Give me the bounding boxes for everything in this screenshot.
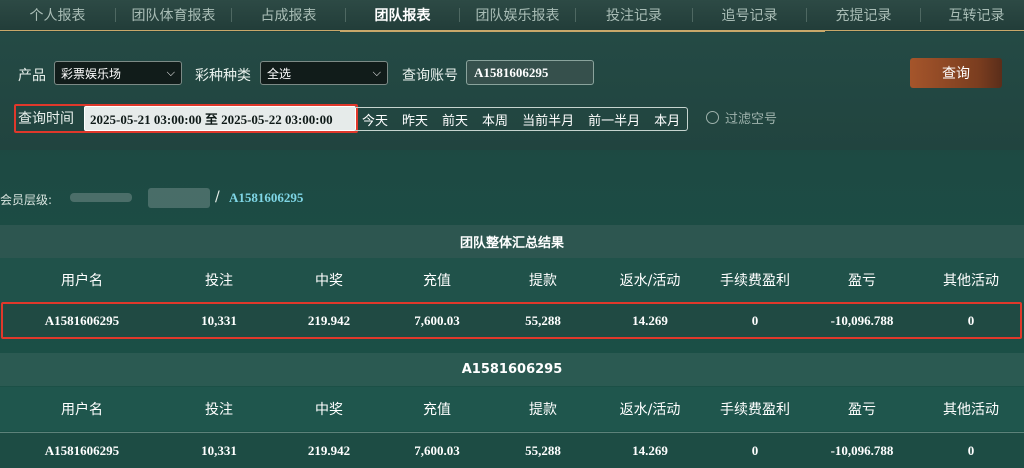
tab-label: 团队报表 (374, 8, 431, 24)
product-select-value: 彩票娱乐场 (61, 66, 122, 81)
cell-winnings: 219.942 (307, 442, 351, 458)
detail-table-header: 用户名 投注 中奖 充值 提款 返水/活动 手续费盈利 盈亏 其他活动 (0, 387, 1024, 431)
query-button[interactable]: 查询 (910, 58, 1002, 88)
cell-fee-profit: 0 (751, 442, 759, 458)
game-type-select[interactable]: 全选 ⌵ (260, 61, 388, 85)
tab-label: 充提记录 (835, 8, 892, 24)
column-header: 其他活动 (943, 402, 999, 418)
column-header: 用户名 (61, 273, 103, 289)
column-header: 中奖 (315, 273, 343, 289)
tab-transfer-records[interactable]: 互转记录 (921, 0, 1024, 31)
quick-range-current-half-month[interactable]: 当前半月 (515, 110, 581, 129)
hierarchy-separator: / (215, 189, 220, 205)
game-type-select-value: 全选 (267, 66, 292, 81)
time-range-input[interactable]: 2025-05-21 03:00:00 至 2025-05-22 03:00:0… (84, 106, 356, 131)
tab-label: 占成报表 (260, 8, 317, 24)
chevron-down-icon: ⌵ (372, 66, 381, 79)
filter-empty-label: 过滤空号 (725, 112, 778, 127)
chevron-down-icon: ⌵ (166, 66, 175, 79)
time-label: 查询时间 (18, 111, 74, 127)
account-input[interactable]: A1581606295 (466, 60, 594, 85)
hierarchy-label: 会员层级: (0, 192, 53, 207)
tab-label: 团队娱乐报表 (475, 8, 560, 24)
column-header: 其他活动 (943, 273, 999, 289)
member-hierarchy: 会员层级: (0, 188, 52, 210)
tab-label: 互转记录 (948, 8, 1005, 24)
column-header: 返水/活动 (619, 402, 681, 418)
column-header: 投注 (205, 402, 233, 418)
radio-icon (706, 111, 719, 124)
column-header: 提款 (529, 273, 557, 289)
quick-range-this-week[interactable]: 本周 (475, 110, 515, 129)
detail-row: A1581606295 10,331 219.942 7,600.03 55,2… (0, 433, 1024, 468)
tab-label: 追号记录 (721, 8, 778, 24)
product-select[interactable]: 彩票娱乐场 ⌵ (54, 61, 182, 85)
tab-team-report[interactable]: 团队报表 (346, 0, 459, 31)
tab-label: 团队体育报表 (131, 8, 216, 24)
tab-personal-report[interactable]: 个人报表 (0, 0, 115, 31)
summary-table-header: 用户名 投注 中奖 充值 提款 返水/活动 手续费盈利 盈亏 其他活动 (0, 258, 1024, 302)
query-button-label: 查询 (942, 66, 970, 82)
cell-deposits: 7,600.03 (414, 442, 460, 458)
column-header: 中奖 (315, 402, 343, 418)
tab-label: 投注记录 (606, 8, 662, 24)
summary-title: 团队整体汇总结果 (0, 225, 1024, 258)
column-header: 充值 (423, 402, 451, 418)
column-header: 用户名 (61, 402, 103, 418)
game-type-label: 彩种种类 (195, 68, 251, 84)
account-label: 查询账号 (402, 68, 458, 84)
cell-rebate: 14.269 (632, 442, 668, 458)
redacted-hierarchy-segment (148, 188, 210, 208)
time-range-value: 2025-05-21 03:00:00 至 2025-05-22 03:00:0… (90, 112, 333, 127)
filter-empty-option[interactable]: 过滤空号 (706, 108, 777, 127)
column-header: 返水/活动 (619, 273, 681, 289)
column-header: 盈亏 (848, 273, 876, 289)
filter-panel: 产品 彩票娱乐场 ⌵ 彩种种类 全选 ⌵ 查询账号 A1581606295 查询… (0, 32, 1024, 150)
quick-range-today[interactable]: 今天 (355, 110, 395, 129)
tab-team-sports-report[interactable]: 团队体育报表 (116, 0, 231, 31)
column-header: 手续费盈利 (720, 402, 790, 418)
tab-bet-records[interactable]: 投注记录 (576, 0, 692, 31)
quick-range-yesterday[interactable]: 昨天 (395, 110, 435, 129)
cell-withdrawals: 55,288 (525, 442, 561, 458)
column-header: 投注 (205, 273, 233, 289)
detail-title: A1581606295 (0, 353, 1024, 386)
tab-share-report[interactable]: 占成报表 (232, 0, 345, 31)
column-header: 手续费盈利 (720, 273, 790, 289)
tab-deposit-withdraw-records[interactable]: 充提记录 (807, 0, 920, 31)
tab-team-entertainment-report[interactable]: 团队娱乐报表 (460, 0, 575, 31)
summary-title-text: 团队整体汇总结果 (459, 236, 564, 251)
cell-username: A1581606295 (44, 442, 120, 458)
product-label: 产品 (18, 68, 46, 84)
detail-title-text: A1581606295 (461, 362, 563, 377)
quick-range-previous-half-month[interactable]: 前一半月 (581, 110, 647, 129)
tab-label: 个人报表 (29, 8, 86, 24)
report-tabs: 个人报表 团队体育报表 占成报表 团队报表 团队娱乐报表 投注记录 追号记录 充… (0, 0, 1024, 31)
account-input-value: A1581606295 (474, 64, 549, 80)
summary-row-highlight-box (1, 302, 1022, 339)
tab-chase-records[interactable]: 追号记录 (693, 0, 806, 31)
redacted-hierarchy-segment (70, 193, 132, 202)
quick-range-this-month[interactable]: 本月 (647, 110, 687, 129)
cell-other-activity: 0 (967, 442, 975, 458)
cell-profit-loss: -10,096.788 (830, 442, 894, 458)
quick-range-group: 今天 昨天 前天 本周 当前半月 前一半月 本月 (355, 107, 689, 131)
quick-range-day-before[interactable]: 前天 (435, 110, 475, 129)
column-header: 提款 (529, 402, 557, 418)
column-header: 盈亏 (848, 402, 876, 418)
column-header: 充值 (423, 273, 451, 289)
cell-bets: 10,331 (201, 442, 237, 458)
hierarchy-account-link[interactable]: A1581606295 (229, 190, 303, 206)
